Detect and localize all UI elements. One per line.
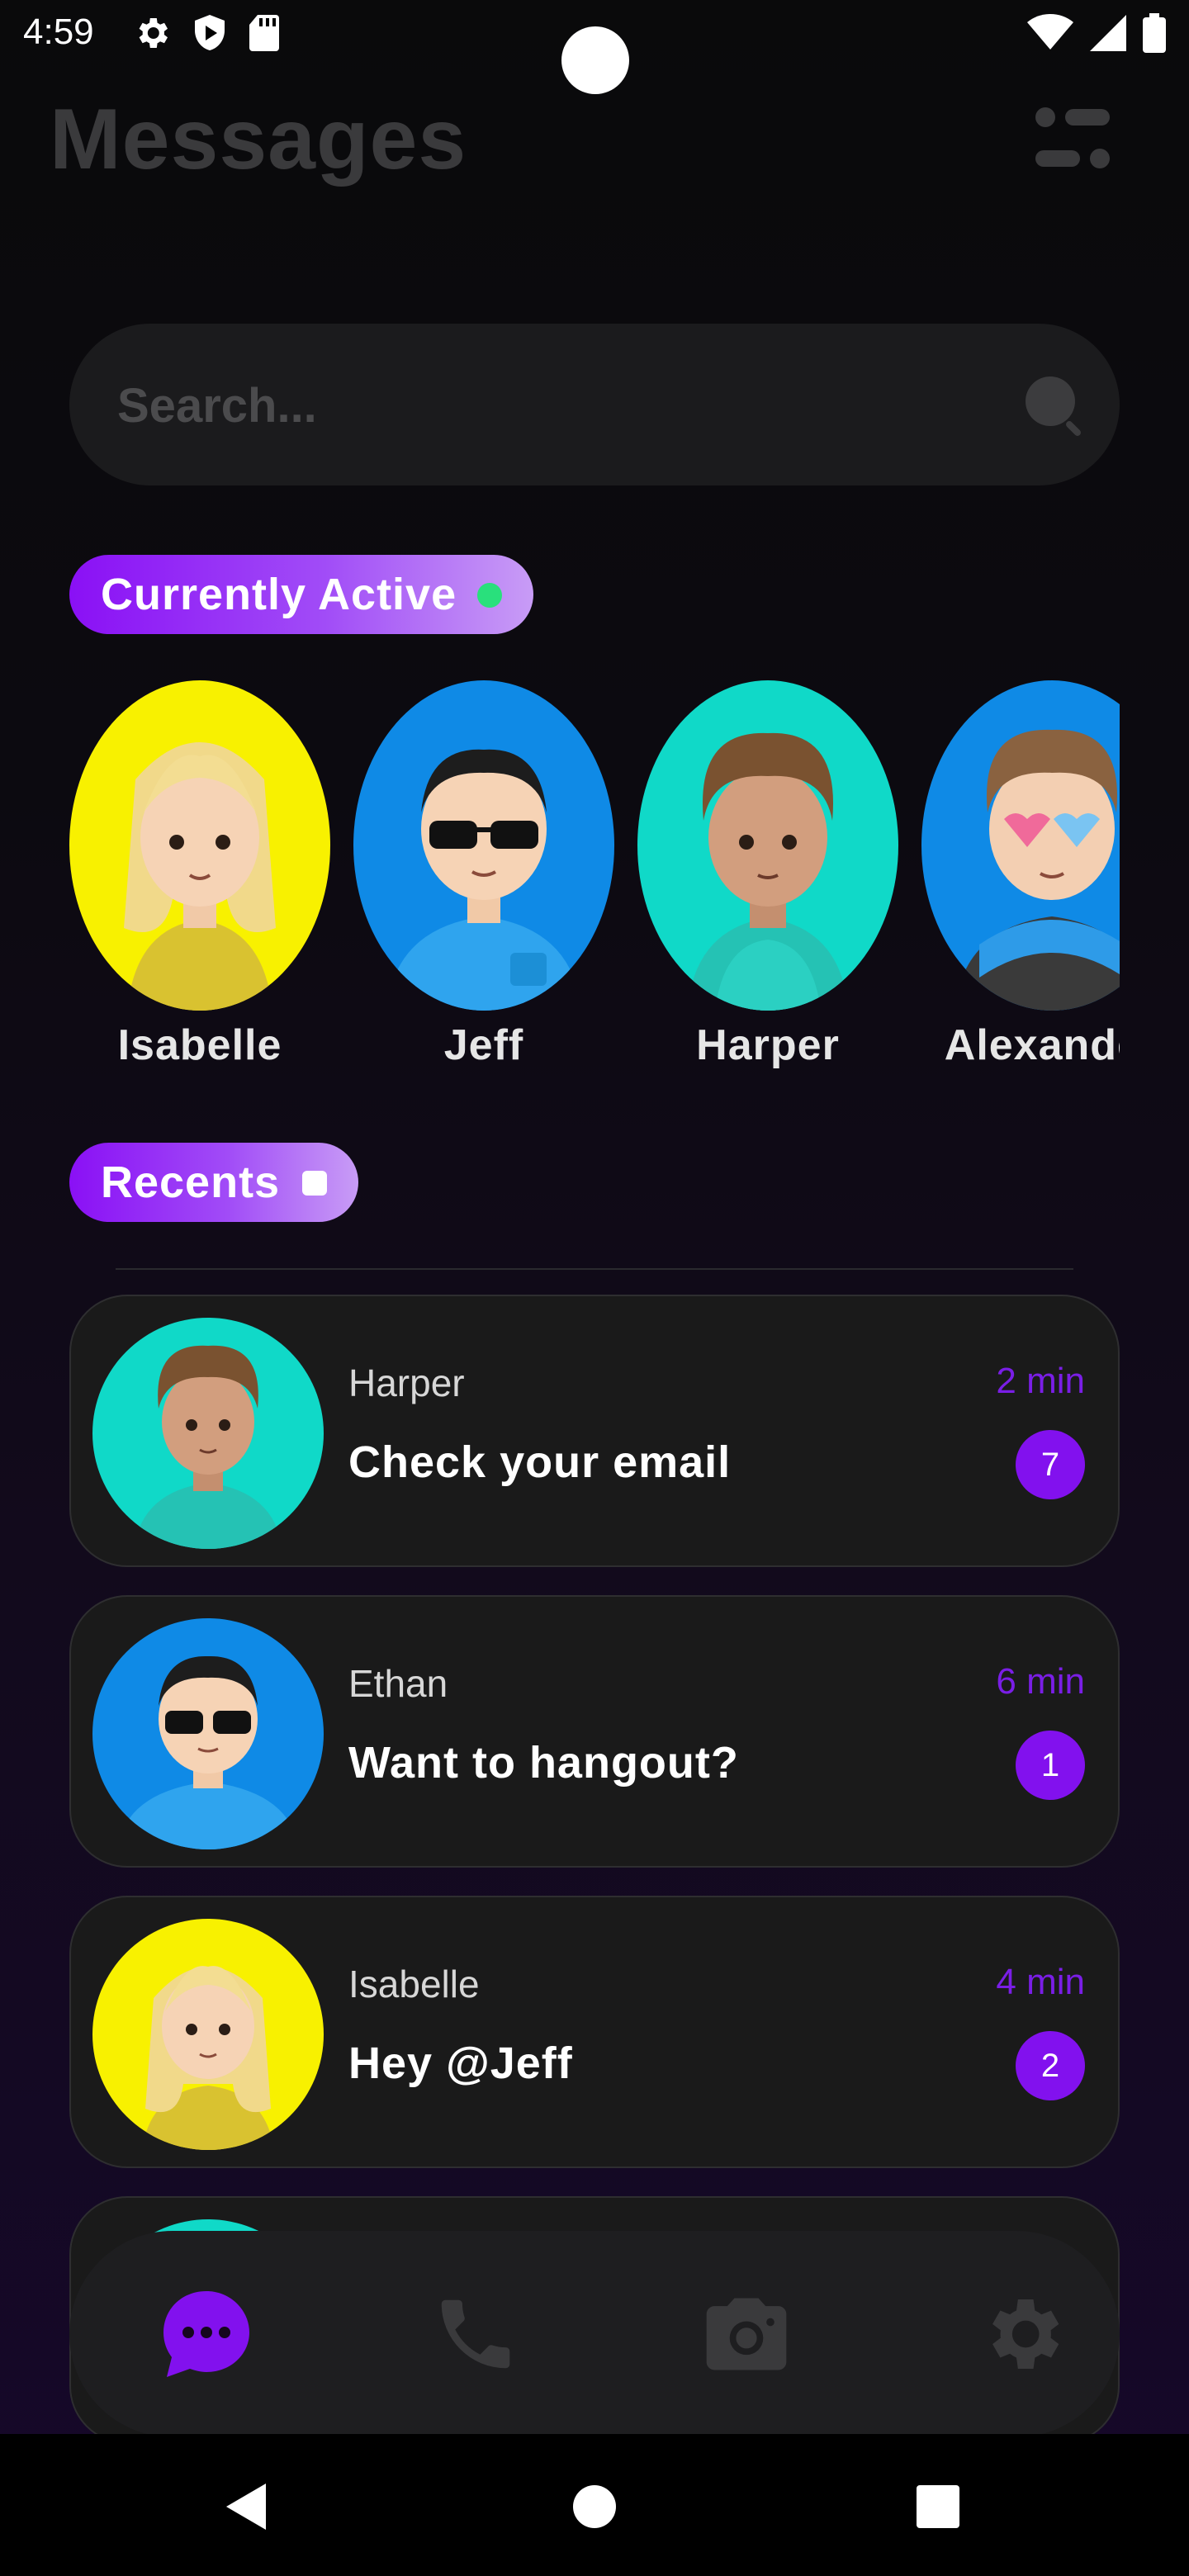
battery-icon [1143,13,1166,53]
conversation-card[interactable]: Harper Check your email 2 min 7 [69,1295,1120,1567]
blonde-girl-avatar-icon [142,1966,274,2150]
search-input[interactable] [116,324,1011,487]
active-user-item[interactable]: Alexander [921,680,1120,1070]
contact-name: Isabelle [348,1963,480,2005]
phone-icon [441,2299,510,2369]
status-bar: 4:59 [0,0,1189,94]
gear-icon [992,2299,1059,2369]
recents-text: Recents [101,1158,281,1207]
home-icon[interactable] [571,2484,618,2530]
message-time: 4 min [996,1962,1085,2002]
bottom-navigation [69,2231,1120,2437]
filter-icon [1035,107,1110,168]
contact-name: Harper [348,1361,465,1404]
nav-settings-button[interactable] [973,2285,1072,2384]
online-indicator [477,583,502,608]
man-sunglasses-avatar-icon [117,1655,299,1849]
conversation-card[interactable]: Isabelle Hey @Jeff 4 min 2 [69,1896,1120,2168]
search-icon[interactable] [1021,372,1087,438]
avatar [92,1919,324,2150]
blonde-girl-avatar-icon [124,742,276,1011]
message-preview: Hey @Jeff [348,2039,573,2088]
avatar[interactable] [921,680,1120,1011]
avatar[interactable] [69,680,330,1011]
active-user-name: Harper [696,1021,840,1069]
avatar[interactable] [637,680,898,1011]
unread-badge: 7 [1016,1430,1085,1499]
nav-chats-button[interactable] [157,2285,256,2384]
currently-active-text: Currently Active [101,570,457,619]
settings-status-icon [139,18,168,48]
front-camera [561,26,629,94]
nav-camera-button[interactable] [697,2285,796,2384]
unread-badge: 1 [1016,1731,1085,1800]
active-user-name: Isabelle [117,1021,282,1069]
man-sunglasses-avatar-icon [386,749,581,1011]
recents-label: Recents [69,1143,358,1222]
active-users-strip[interactable]: Isabelle Jeff Harper Alexand [69,680,1120,1077]
active-user-name: Jeff [443,1021,524,1069]
message-time: 6 min [996,1661,1085,1702]
message-preview: Want to hangout? [348,1738,739,1788]
shield-status-icon [195,15,225,50]
active-user-item[interactable]: Harper [637,680,900,1070]
status-icons-left [132,13,281,53]
active-user-name: Alexander [944,1021,1120,1069]
avatar[interactable] [353,680,614,1011]
currently-active-label: Currently Active [69,555,533,634]
wifi-icon [1027,14,1073,50]
recents-square-icon [302,1171,327,1196]
divider [116,1268,1073,1270]
status-time: 4:59 [23,12,94,52]
active-user-item[interactable]: Isabelle [69,680,332,1070]
system-navigation-bar [0,2434,1189,2576]
active-user-item[interactable]: Jeff [353,680,616,1070]
avatar [92,1618,324,1849]
curly-boy-avatar-icon [134,1345,282,1549]
filter-button[interactable] [1032,106,1115,172]
curly-boy-avatar-icon [687,732,849,1011]
chat-icon [163,2291,249,2377]
status-icons-right [1027,13,1166,53]
page-title: Messages [50,92,467,187]
contact-name: Ethan [348,1662,448,1705]
message-time: 2 min [996,1361,1085,1401]
sdcard-status-icon [249,15,279,51]
back-icon[interactable] [223,2482,269,2531]
unread-badge: 2 [1016,2031,1085,2100]
camera-icon [706,2298,787,2370]
boy-heart-glasses-avatar-icon [955,729,1120,1011]
avatar [92,1318,324,1549]
recents-apps-icon[interactable] [917,2485,959,2528]
signal-icon [1090,15,1126,51]
nav-calls-button[interactable] [426,2285,525,2384]
conversation-card[interactable]: Ethan Want to hangout? 6 min 1 [69,1595,1120,1868]
search-bar[interactable] [69,324,1120,487]
message-preview: Check your email [348,1437,732,1487]
